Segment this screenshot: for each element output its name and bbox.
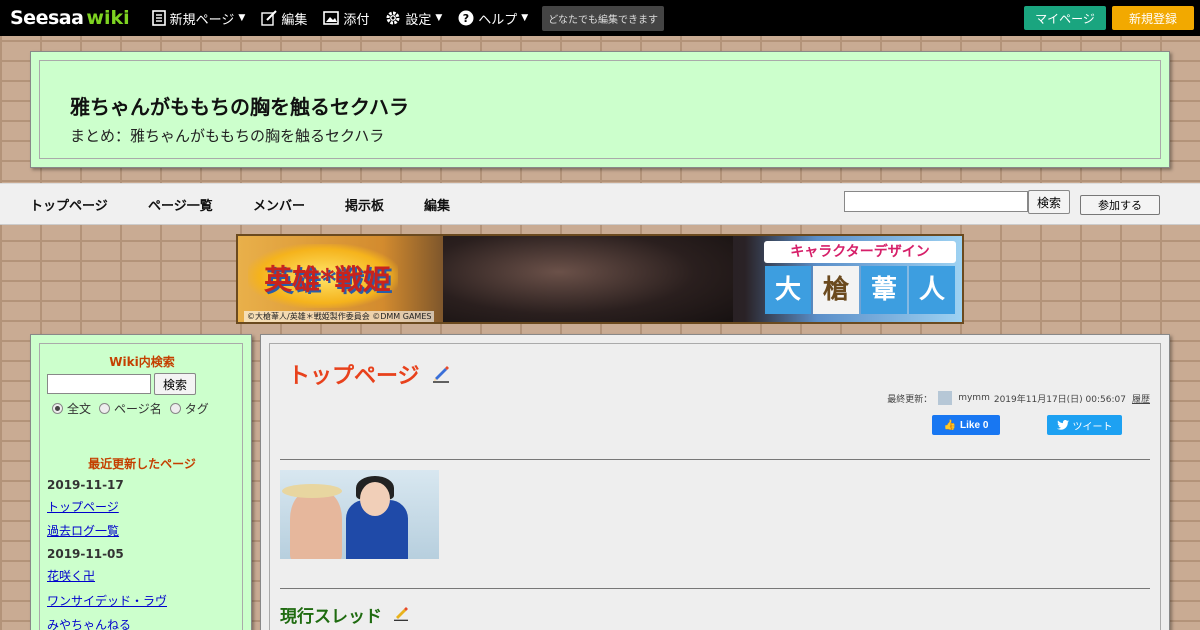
nav-edit[interactable]: 編集	[424, 195, 450, 214]
photo-person-left	[290, 490, 342, 559]
last-modified-label: 最終更新：	[887, 394, 933, 405]
radio-dot	[99, 403, 111, 414]
game-logo-text: 英雄*戦姫	[264, 263, 391, 296]
recent-updates-heading: 最近更新したページ	[88, 457, 196, 471]
radio-dot	[52, 403, 63, 414]
register-button[interactable]: 新規登録	[1112, 6, 1194, 30]
anyone-can-edit-badge: どなたでも編集できます	[542, 5, 665, 31]
wiki-search-input[interactable]	[47, 374, 151, 394]
photo-person-right-face	[360, 482, 390, 516]
edit-menu[interactable]: 編集	[261, 9, 307, 28]
divider	[280, 459, 1150, 460]
ad-name-char: 人	[909, 266, 955, 314]
ad-character-art	[443, 236, 733, 322]
sidebar: Wiki内検索 検索 全文 ページ名 タグ 最近更新したページ 2019-11-…	[30, 334, 252, 630]
wiki-search-button[interactable]: 検索	[154, 373, 196, 395]
like-label: Like 0	[960, 419, 989, 431]
facebook-like-button[interactable]: 👍 Like 0	[932, 415, 1000, 435]
new-page-label: 新規ページ	[169, 12, 235, 28]
recent-page-link[interactable]: トップページ	[47, 498, 119, 515]
page-icon	[151, 10, 166, 26]
twitter-bird-icon	[1056, 420, 1069, 430]
header-search-input[interactable]	[844, 191, 1028, 212]
edit-label: 編集	[281, 12, 308, 28]
chevron-down-icon: ▼	[521, 13, 529, 23]
main-inner-frame: トップページ 最終更新： mymm 2019年11月17日(日) 00:56:0…	[269, 343, 1161, 630]
svg-text:?: ?	[463, 12, 469, 25]
recent-page-link[interactable]: ワンサイデッド・ラヴ	[47, 592, 167, 609]
photo-straw-hat	[282, 484, 342, 498]
game-logo: 英雄*戦姫	[248, 244, 398, 308]
join-button[interactable]: 参加する	[1080, 195, 1160, 215]
section-title: 現行スレッド	[280, 607, 382, 627]
top-header-bar: Seesaa wiki 新規ページ ▼ 編集 添付 設定 ▼ ? ヘルプ ▼ ど…	[0, 0, 1200, 36]
chevron-down-icon: ▼	[238, 13, 246, 23]
recent-page-link[interactable]: 過去ログ一覧	[47, 522, 119, 539]
mypage-button[interactable]: マイページ	[1024, 6, 1106, 30]
ad-name-char: 槍	[813, 266, 859, 314]
title-inner-frame: 雅ちゃんがももちの胸を触るセクハラ まとめ：雅ちゃんがももちの胸を触るセクハラ	[39, 60, 1161, 159]
ad-name-char: 大	[765, 266, 811, 314]
tweet-label: ツイート	[1072, 421, 1113, 433]
chevron-down-icon: ▼	[435, 13, 443, 23]
settings-menu[interactable]: 設定 ▼	[385, 9, 442, 28]
site-subtitle: まとめ：雅ちゃんがももちの胸を触るセクハラ	[70, 127, 385, 145]
radio-pagename[interactable]: ページ名	[99, 400, 162, 417]
image-icon	[323, 11, 340, 25]
main-content: トップページ 最終更新： mymm 2019年11月17日(日) 00:56:0…	[260, 334, 1170, 630]
site-title-banner: 雅ちゃんがももちの胸を触るセクハラ まとめ：雅ちゃんがももちの胸を触るセクハラ	[30, 51, 1170, 168]
header-search-button[interactable]: 検索	[1028, 190, 1070, 214]
recent-page-link[interactable]: みやちゃんねる	[47, 616, 131, 630]
nav-page-list[interactable]: ページ一覧	[148, 195, 213, 214]
gear-icon	[386, 11, 400, 25]
ad-designer-name: 大 槍 葦 人	[764, 266, 956, 314]
last-modified-user: mymm	[958, 393, 990, 403]
ad-copyright: ©大槍葦人/英雄＊戦姫製作委員会 ©DMM GAMES	[244, 311, 435, 322]
help-label: ヘルプ	[478, 12, 518, 28]
settings-label: 設定	[405, 12, 432, 28]
radio-label: 全文	[67, 402, 92, 416]
divider	[280, 588, 1150, 589]
recent-date: 2019-11-17	[47, 478, 124, 492]
radio-fulltext[interactable]: 全文	[52, 400, 91, 417]
pencil-edit-icon[interactable]	[432, 365, 450, 383]
pencil-edit-icon[interactable]	[394, 607, 408, 621]
ad-banner[interactable]: 英雄*戦姫 キャラクターデザイン 大 槍 葦 人 ©大槍葦人/英雄＊戦姫製作委員…	[236, 234, 964, 324]
recent-page-link[interactable]: 花咲く卍	[47, 567, 95, 584]
radio-label: ページ名	[114, 402, 162, 416]
radio-tag[interactable]: タグ	[169, 400, 209, 417]
nav-members[interactable]: メンバー	[253, 195, 305, 214]
page-photo[interactable]	[280, 470, 439, 559]
last-modified-info: 最終更新： mymm 2019年11月17日(日) 00:56:07 履歴	[887, 391, 1150, 405]
nav-top-page[interactable]: トップページ	[30, 195, 108, 214]
help-icon: ?	[458, 10, 474, 26]
tweet-button[interactable]: ツイート	[1047, 415, 1122, 435]
new-page-menu[interactable]: 新規ページ ▼	[151, 9, 246, 28]
radio-label: タグ	[184, 402, 209, 416]
seesaa-wiki-logo[interactable]: Seesaa wiki	[10, 7, 130, 29]
radio-dot	[169, 403, 181, 414]
site-title[interactable]: 雅ちゃんがももちの胸を触るセクハラ	[70, 91, 409, 120]
page-title: トップページ	[288, 364, 420, 389]
logo-wiki-text: wiki	[86, 7, 130, 29]
history-link[interactable]: 履歴	[1132, 392, 1150, 405]
wiki-search-heading: Wiki内検索	[109, 355, 175, 369]
top-nav: 新規ページ ▼ 編集 添付 設定 ▼ ? ヘルプ ▼ どなたでも編集できます	[151, 5, 665, 31]
global-nav: トップページ ページ一覧 メンバー 掲示板 編集 検索 参加する	[0, 183, 1200, 225]
last-modified-date: 2019年11月17日(日) 00:56:07	[993, 394, 1126, 405]
logo-seesaa-text: Seesaa	[10, 7, 84, 29]
edit-icon	[261, 10, 278, 26]
search-scope-radios: 全文 ページ名 タグ	[52, 400, 217, 417]
attach-label: 添付	[343, 12, 370, 28]
ad-name-char: 葦	[861, 266, 907, 314]
user-avatar-icon	[938, 391, 953, 405]
thumbs-up-icon: 👍	[943, 419, 957, 431]
attach-menu[interactable]: 添付	[323, 9, 369, 28]
nav-bbs[interactable]: 掲示板	[345, 195, 384, 214]
ad-heading: キャラクターデザイン	[764, 241, 956, 263]
sidebar-inner-frame: Wiki内検索 検索 全文 ページ名 タグ 最近更新したページ 2019-11-…	[39, 343, 243, 630]
help-menu[interactable]: ? ヘルプ ▼	[458, 9, 528, 28]
recent-date: 2019-11-05	[47, 547, 124, 561]
